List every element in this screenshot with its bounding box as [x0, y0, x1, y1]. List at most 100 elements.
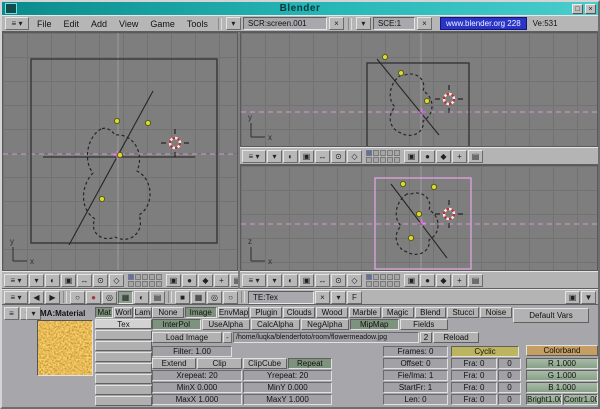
menu-tools[interactable]: Tools: [181, 19, 214, 29]
layer-cell[interactable]: [387, 150, 393, 156]
scale-manip-icon[interactable]: ◇: [109, 274, 124, 287]
viewport-left[interactable]: y x: [2, 32, 238, 271]
render-preview-icon[interactable]: ▤: [468, 274, 483, 287]
layer-cell[interactable]: [366, 150, 372, 156]
title-bar[interactable]: Blender □ ×: [2, 2, 598, 15]
layer-cell[interactable]: [387, 274, 393, 280]
material-context-icon[interactable]: ●: [86, 291, 101, 304]
draw-type-icon[interactable]: ◐: [283, 150, 298, 163]
texture-world-icon[interactable]: ◎: [207, 291, 222, 304]
layer-cell[interactable]: [142, 274, 148, 280]
layer-lock-icon[interactable]: ▣: [404, 150, 419, 163]
texture-delete-icon[interactable]: ×: [315, 291, 330, 304]
translate-manip-icon[interactable]: ↔: [77, 274, 92, 287]
proportional-edit-icon[interactable]: ●: [420, 274, 435, 287]
zoom-icon[interactable]: +: [452, 150, 467, 163]
context-lamp[interactable]: Lamp: [134, 307, 152, 318]
menu-add[interactable]: Add: [85, 19, 113, 29]
xrepeat-field[interactable]: Xrepeat: 20: [152, 370, 242, 381]
scene-delete-icon[interactable]: ×: [417, 17, 432, 30]
rotate-manip-icon[interactable]: ⊙: [331, 274, 346, 287]
view-mode-icon[interactable]: ▾: [29, 274, 44, 287]
translate-manip-icon[interactable]: ↔: [315, 274, 330, 287]
layer-cell[interactable]: [380, 150, 386, 156]
blender-org-link[interactable]: www.blender.org 228: [440, 17, 527, 30]
extend-extend[interactable]: Extend: [152, 358, 196, 369]
image-path-field[interactable]: /home/luqka/blenderfoto/room/flowermeado…: [233, 332, 419, 343]
flag-mipmap[interactable]: MipMap: [350, 319, 399, 330]
script-context-icon[interactable]: ▤: [150, 291, 165, 304]
fra-field[interactable]: Fra: 0: [451, 358, 497, 369]
layer-cell[interactable]: [387, 281, 393, 287]
menu-game[interactable]: Game: [144, 19, 181, 29]
texture-lamp-icon[interactable]: ○: [223, 291, 238, 304]
layer-cell[interactable]: [373, 157, 379, 163]
layers-widget[interactable]: [128, 274, 162, 287]
fra-field[interactable]: Fra: 0: [451, 382, 497, 393]
view-mode-icon[interactable]: ▾: [267, 274, 282, 287]
screen-field[interactable]: SCR:screen.001: [243, 17, 327, 30]
snap-icon[interactable]: ◆: [198, 274, 213, 287]
layer-cell[interactable]: [156, 281, 162, 287]
texture-mat-icon[interactable]: ■: [175, 291, 190, 304]
texture-channel-7[interactable]: [95, 396, 152, 406]
maximize-icon[interactable]: □: [572, 4, 583, 14]
movie-field[interactable]: Offset: 0: [383, 358, 448, 369]
contr-slider[interactable]: Contr1.000: [563, 394, 598, 405]
world-context-icon[interactable]: ◎: [102, 291, 117, 304]
menu-view[interactable]: View: [113, 19, 144, 29]
layer-cell[interactable]: [394, 281, 400, 287]
texture-channel-4[interactable]: [95, 363, 152, 373]
layer-cell[interactable]: [394, 157, 400, 163]
minx-field[interactable]: MinX 0.000: [152, 382, 242, 393]
rotate-manip-icon[interactable]: ⊙: [93, 274, 108, 287]
default-vars-button[interactable]: Default Vars: [513, 308, 589, 323]
layer-cell[interactable]: [366, 157, 372, 163]
layers-widget[interactable]: [366, 150, 400, 163]
colorband-button[interactable]: Colorband: [526, 345, 598, 356]
proportional-edit-icon[interactable]: ●: [182, 274, 197, 287]
prev-context-icon[interactable]: ◀: [29, 291, 44, 304]
menu-edit[interactable]: Edit: [58, 19, 86, 29]
texture-type-image[interactable]: Image: [185, 307, 217, 318]
layer-cell[interactable]: [366, 281, 372, 287]
maxx-field[interactable]: MaxX 1.000: [152, 394, 242, 405]
lock-view-icon[interactable]: ▣: [61, 274, 76, 287]
layer-cell[interactable]: [373, 281, 379, 287]
rotate-manip-icon[interactable]: ⊙: [331, 150, 346, 163]
material-id-label[interactable]: MA:Material: [40, 309, 85, 318]
texture-menu-icon[interactable]: ▾: [331, 291, 346, 304]
lock-view-icon[interactable]: ▣: [299, 274, 314, 287]
lamp-context-icon[interactable]: ○: [70, 291, 85, 304]
color-slider[interactable]: B 1.000: [526, 382, 598, 393]
window-type-icon[interactable]: ≡ ▾: [5, 17, 29, 30]
radiosity-context-icon[interactable]: ◐: [134, 291, 149, 304]
layer-cell[interactable]: [373, 274, 379, 280]
layer-cell[interactable]: [387, 157, 393, 163]
color-slider[interactable]: R 1.000: [526, 358, 598, 369]
context-mat[interactable]: Mat: [95, 307, 113, 318]
layer-cell[interactable]: [128, 281, 134, 287]
texture-type-magic[interactable]: Magic: [382, 307, 414, 318]
flag-usealpha[interactable]: UseAlpha: [202, 319, 251, 330]
layers-widget[interactable]: [366, 274, 400, 287]
id-browse-icon[interactable]: ▾: [26, 307, 41, 320]
texture-channel-5[interactable]: [95, 374, 152, 384]
maxy-field[interactable]: MaxY 1.000: [243, 394, 332, 405]
screen-delete-icon[interactable]: ×: [329, 17, 344, 30]
view-mode-icon[interactable]: ▾: [267, 150, 282, 163]
texture-channel-1[interactable]: [95, 330, 152, 340]
movie-field[interactable]: Frames: 0: [383, 346, 448, 357]
extend-clip[interactable]: Clip: [197, 358, 241, 369]
render-preview-icon[interactable]: ▤: [230, 274, 238, 287]
texture-type-clouds[interactable]: Clouds: [283, 307, 315, 318]
window-type-icon[interactable]: ≡ ▾: [4, 291, 28, 304]
extend-clipcube[interactable]: ClipCube: [243, 358, 287, 369]
texture-image-icon[interactable]: ▦: [191, 291, 206, 304]
pack-icon[interactable]: ▣: [565, 291, 580, 304]
window-type-icon[interactable]: ≡ ▾: [4, 274, 28, 287]
layer-cell[interactable]: [394, 150, 400, 156]
layer-lock-icon[interactable]: ▣: [166, 274, 181, 287]
texture-context-icon[interactable]: ▦: [118, 291, 133, 304]
fra-extra-field[interactable]: 0: [498, 358, 521, 369]
